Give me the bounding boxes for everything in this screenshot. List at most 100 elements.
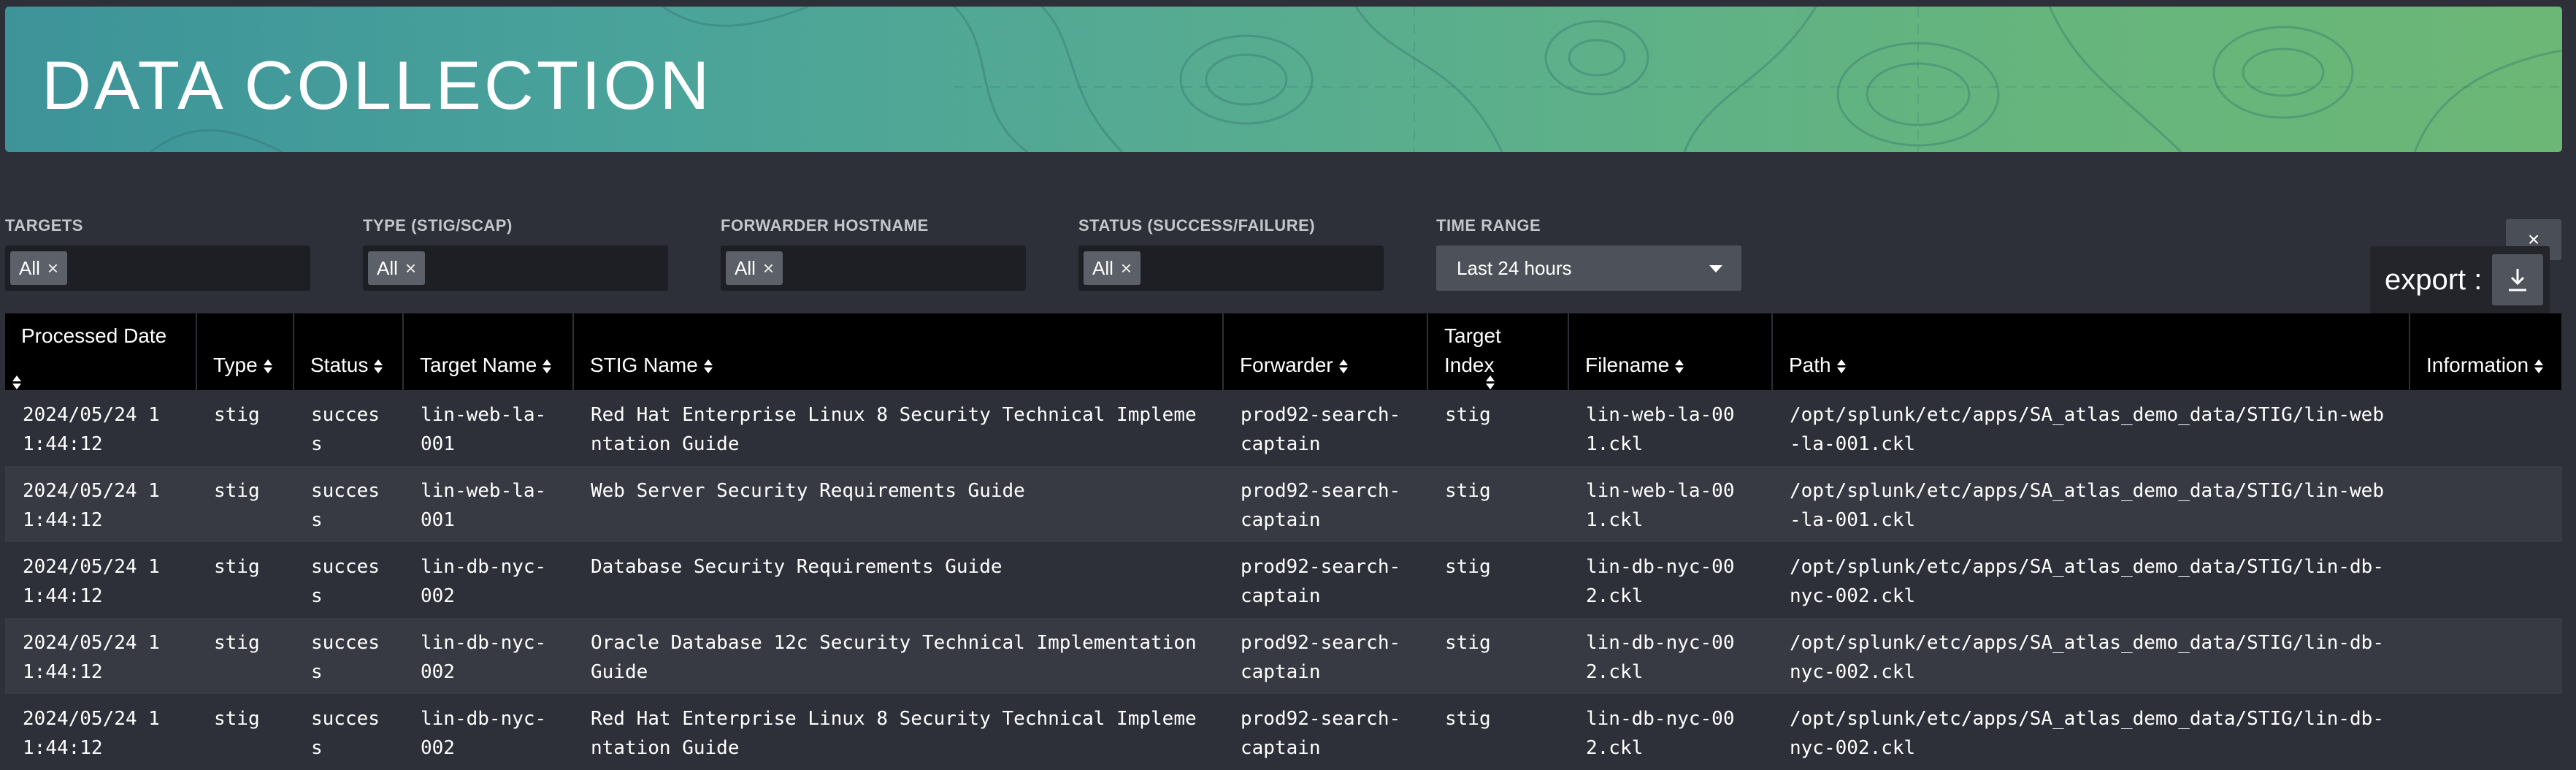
table-cell: success	[294, 694, 403, 770]
sort-icon[interactable]	[1836, 359, 1846, 374]
table-cell: stig	[1427, 694, 1568, 770]
table-cell: stig	[196, 618, 294, 694]
table-cell: /opt/splunk/etc/apps/SA_atlas_demo_data/…	[1772, 466, 2410, 542]
table-cell: prod92-search-captain	[1223, 542, 1427, 618]
column-header[interactable]: Forwarder	[1223, 313, 1428, 390]
table-cell: /opt/splunk/etc/apps/SA_atlas_demo_data/…	[1772, 390, 2410, 466]
column-header[interactable]: Path	[1772, 313, 2410, 390]
table-cell: stig	[196, 542, 294, 618]
table-cell: success	[294, 542, 403, 618]
table-cell: 2024/05/24 11:44:12	[5, 618, 196, 694]
status-token[interactable]: All ×	[1084, 251, 1141, 285]
table-cell: prod92-search-captain	[1223, 618, 1427, 694]
table-cell: stig	[196, 390, 294, 466]
table-cell	[2410, 618, 2562, 694]
table-cell: lin-db-nyc-002.ckl	[1568, 542, 1772, 618]
sort-icon[interactable]	[12, 375, 21, 390]
table-cell: lin-db-nyc-002	[403, 694, 573, 770]
column-header[interactable]: Filename	[1568, 313, 1773, 390]
type-token[interactable]: All ×	[368, 251, 426, 285]
targets-token[interactable]: All ×	[10, 251, 68, 285]
table-row[interactable]: 2024/05/24 11:44:12 stig success lin-db-…	[5, 694, 2562, 770]
sort-icon[interactable]	[2534, 359, 2544, 374]
filter-label-time-range: TIME RANGE	[1436, 216, 1541, 235]
table-cell: prod92-search-captain	[1223, 694, 1427, 770]
table-cell	[2410, 390, 2562, 466]
table-cell: Web Server Security Requirements Guide	[573, 466, 1223, 542]
table-row[interactable]: 2024/05/24 11:44:12 stig success lin-web…	[5, 466, 2562, 542]
remove-token-icon[interactable]: ×	[1121, 257, 1132, 280]
table-cell	[2410, 466, 2562, 542]
table-row[interactable]: 2024/05/24 11:44:12 stig success lin-db-…	[5, 618, 2562, 694]
table-cell: lin-web-la-001.ckl	[1568, 466, 1772, 542]
targets-token-label: All	[19, 256, 40, 279]
table-cell: 2024/05/24 11:44:12	[5, 694, 196, 770]
column-header[interactable]: Processed Date	[5, 313, 197, 390]
table-cell: stig	[1427, 390, 1568, 466]
table-cell: success	[294, 466, 403, 542]
filter-label-targets: TARGETS	[5, 216, 83, 235]
table-cell: lin-db-nyc-002	[403, 542, 573, 618]
table-cell: 2024/05/24 11:44:12	[5, 542, 196, 618]
table-cell	[2410, 694, 2562, 770]
status-multiselect[interactable]: All ×	[1078, 245, 1384, 291]
filter-label-type: TYPE (STIG/SCAP)	[363, 216, 513, 235]
table-row[interactable]: 2024/05/24 11:44:12 stig success lin-db-…	[5, 542, 2562, 618]
export-panel: export :	[2370, 246, 2550, 313]
remove-token-icon[interactable]: ×	[405, 257, 416, 280]
sort-icon[interactable]	[263, 359, 272, 374]
table-cell: Oracle Database 12c Security Technical I…	[573, 618, 1223, 694]
forwarder-token-label: All	[735, 256, 756, 279]
forwarder-token[interactable]: All ×	[726, 251, 783, 285]
column-header[interactable]: Status	[294, 313, 404, 390]
filter-status: STATUS (SUCCESS/FAILURE) All ×	[1078, 216, 1384, 291]
sort-icon[interactable]	[374, 359, 383, 374]
table-cell: prod92-search-captain	[1223, 466, 1427, 542]
forwarder-multiselect[interactable]: All ×	[721, 245, 1026, 291]
filter-forwarder: FORWARDER HOSTNAME All ×	[721, 216, 1026, 291]
table-row[interactable]: 2024/05/24 11:44:12 stig success lin-web…	[5, 390, 2562, 466]
status-token-label: All	[1092, 256, 1113, 279]
table-cell: lin-db-nyc-002	[403, 618, 573, 694]
remove-token-icon[interactable]: ×	[763, 257, 774, 280]
table-cell: lin-db-nyc-002.ckl	[1568, 618, 1772, 694]
table-cell: /opt/splunk/etc/apps/SA_atlas_demo_data/…	[1772, 694, 2410, 770]
type-token-label: All	[377, 256, 398, 279]
sort-icon[interactable]	[1485, 375, 1495, 390]
filter-time-range: TIME RANGE Last 24 hours	[1436, 216, 1741, 291]
table-cell: success	[294, 618, 403, 694]
table-cell: lin-web-la-001.ckl	[1568, 390, 1772, 466]
table-cell	[2410, 542, 2562, 618]
export-button[interactable]	[2492, 254, 2544, 305]
table-header-row: Processed Date Type Status Target Name S…	[5, 313, 2563, 390]
table-cell: prod92-search-captain	[1223, 390, 1427, 466]
column-header[interactable]: Type	[196, 313, 294, 390]
time-range-dropdown[interactable]: Last 24 hours	[1436, 245, 1741, 291]
table-cell: stig	[1427, 542, 1568, 618]
column-header[interactable]: Target Index	[1427, 313, 1569, 390]
table-cell: /opt/splunk/etc/apps/SA_atlas_demo_data/…	[1772, 542, 2410, 618]
table-cell: Red Hat Enterprise Linux 8 Security Tech…	[573, 694, 1223, 770]
data-collection-table: Processed Date Type Status Target Name S…	[5, 313, 2563, 770]
sort-icon[interactable]	[1675, 359, 1684, 374]
table-cell: lin-web-la-001	[403, 466, 573, 542]
sort-icon[interactable]	[703, 359, 713, 374]
sort-icon[interactable]	[1338, 359, 1348, 374]
table-cell: stig	[196, 466, 294, 542]
table-cell: stig	[1427, 466, 1568, 542]
column-header[interactable]: STIG Name	[573, 313, 1224, 390]
column-header[interactable]: Information	[2410, 313, 2563, 390]
dashboard-banner: DATA COLLECTION	[5, 7, 2562, 152]
time-range-value: Last 24 hours	[1457, 256, 1572, 279]
table-cell: stig	[196, 694, 294, 770]
sort-icon[interactable]	[543, 359, 552, 374]
table-cell: 2024/05/24 11:44:12	[5, 466, 196, 542]
table-cell: stig	[1427, 618, 1568, 694]
export-label: export :	[2385, 263, 2483, 296]
table-cell: Red Hat Enterprise Linux 8 Security Tech…	[573, 390, 1223, 466]
remove-token-icon[interactable]: ×	[47, 257, 58, 280]
column-header[interactable]: Target Name	[403, 313, 574, 390]
targets-multiselect[interactable]: All ×	[5, 245, 310, 291]
type-multiselect[interactable]: All ×	[363, 245, 668, 291]
page-title: DATA COLLECTION	[42, 47, 713, 123]
